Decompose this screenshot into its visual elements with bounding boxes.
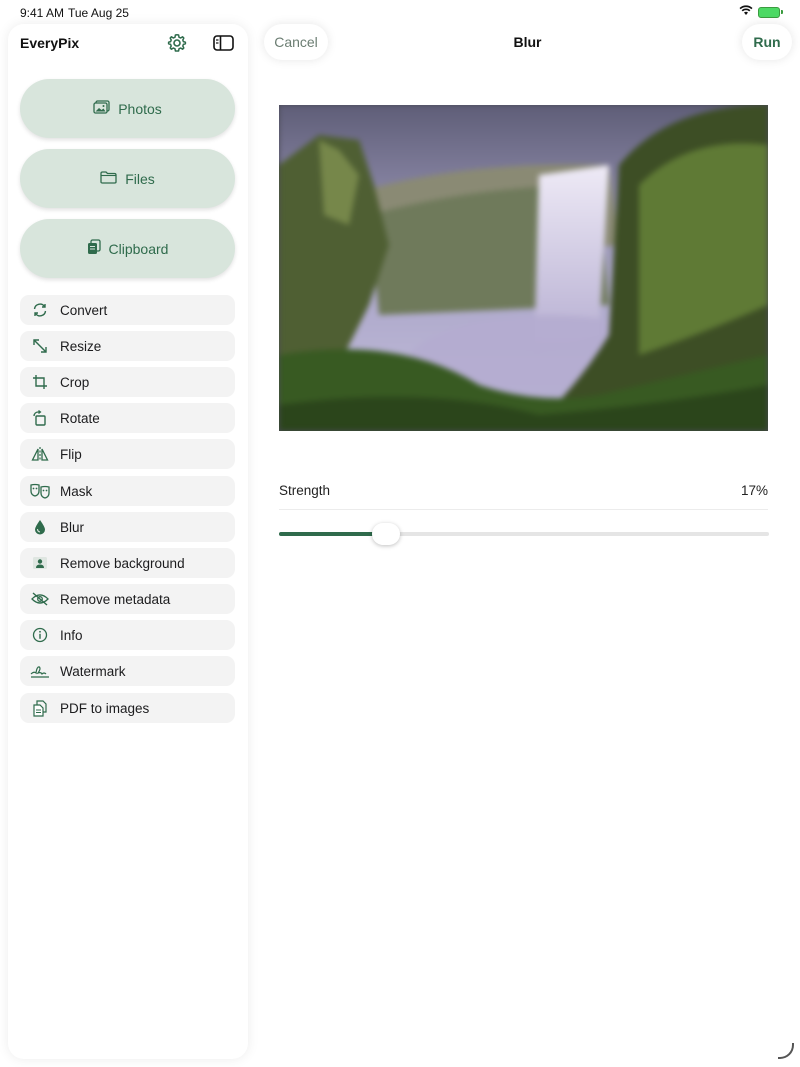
photo-icon <box>93 100 110 117</box>
tool-label: PDF to images <box>60 700 150 716</box>
clipboard-button-label: Clipboard <box>108 240 169 257</box>
strength-value: 17% <box>740 483 768 498</box>
tool-label: Info <box>60 627 83 643</box>
tool-rotate[interactable]: Rotate <box>20 403 235 433</box>
clipboard-button[interactable]: Clipboard <box>20 219 235 278</box>
resize-corner-indicator <box>778 1043 794 1059</box>
tool-label: Watermark <box>60 663 126 679</box>
tool-label: Blur <box>60 519 85 535</box>
convert-icon <box>20 302 60 318</box>
files-button-label: Files <box>125 170 155 187</box>
tool-watermark[interactable]: Watermark <box>20 656 235 686</box>
tool-flip[interactable]: Flip <box>20 439 235 469</box>
flip-icon <box>20 446 60 462</box>
battery-icon <box>758 6 783 18</box>
mask-icon <box>20 483 60 499</box>
photos-button-label: Photos <box>118 100 162 117</box>
tool-remove-background[interactable]: Remove background <box>20 548 235 578</box>
photos-button[interactable]: Photos <box>20 79 235 138</box>
tool-crop[interactable]: Crop <box>20 367 235 397</box>
tool-label: Resize <box>60 338 102 354</box>
clipboard-icon <box>87 239 101 258</box>
person-icon <box>20 556 60 570</box>
sidebar: EveryPix Photos Files Clipboard Convert … <box>8 24 248 1059</box>
crop-icon <box>20 374 60 390</box>
eye-slash-icon <box>20 592 60 606</box>
waterfall-photo <box>279 105 768 431</box>
tool-remove-metadata[interactable]: Remove metadata <box>20 584 235 614</box>
image-preview <box>279 105 768 431</box>
tool-label: Remove metadata <box>60 591 171 607</box>
tool-label: Crop <box>60 374 90 390</box>
status-bar: 9:41 AM Tue Aug 25 <box>0 0 800 24</box>
status-time: 9:41 AM <box>20 6 65 20</box>
strength-slider-fill <box>279 532 374 536</box>
wifi-icon <box>739 5 753 19</box>
strength-slider[interactable] <box>279 523 769 545</box>
tool-label: Rotate <box>60 410 100 426</box>
cancel-button[interactable]: Cancel <box>264 24 328 60</box>
tool-resize[interactable]: Resize <box>20 331 235 361</box>
tool-label: Mask <box>60 483 93 499</box>
tool-info[interactable]: Info <box>20 620 235 650</box>
divider <box>279 509 768 510</box>
status-date: Tue Aug 25 <box>68 6 129 20</box>
rotate-icon <box>20 410 60 426</box>
page-title: Blur <box>513 34 542 50</box>
settings-gear-icon[interactable] <box>166 32 188 54</box>
document-icon <box>20 699 60 717</box>
folder-icon <box>100 170 117 187</box>
status-indicators <box>739 5 783 19</box>
blur-drop-icon <box>20 519 60 535</box>
app-title: EveryPix <box>20 35 80 51</box>
run-button[interactable]: Run <box>742 24 792 60</box>
tool-pdf-to-images[interactable]: PDF to images <box>20 693 235 723</box>
strength-slider-thumb[interactable] <box>371 523 400 545</box>
tool-convert[interactable]: Convert <box>20 295 235 325</box>
tool-label: Convert <box>60 302 108 318</box>
strength-label: Strength <box>279 483 331 498</box>
resize-icon <box>20 338 60 354</box>
sidebar-toggle-icon[interactable] <box>212 32 234 54</box>
signature-icon <box>20 663 60 679</box>
info-icon <box>20 627 60 643</box>
files-button[interactable]: Files <box>20 149 235 208</box>
tool-label: Flip <box>60 446 82 462</box>
tool-blur[interactable]: Blur <box>20 512 235 542</box>
tool-label: Remove background <box>60 555 185 571</box>
tool-mask[interactable]: Mask <box>20 476 235 506</box>
